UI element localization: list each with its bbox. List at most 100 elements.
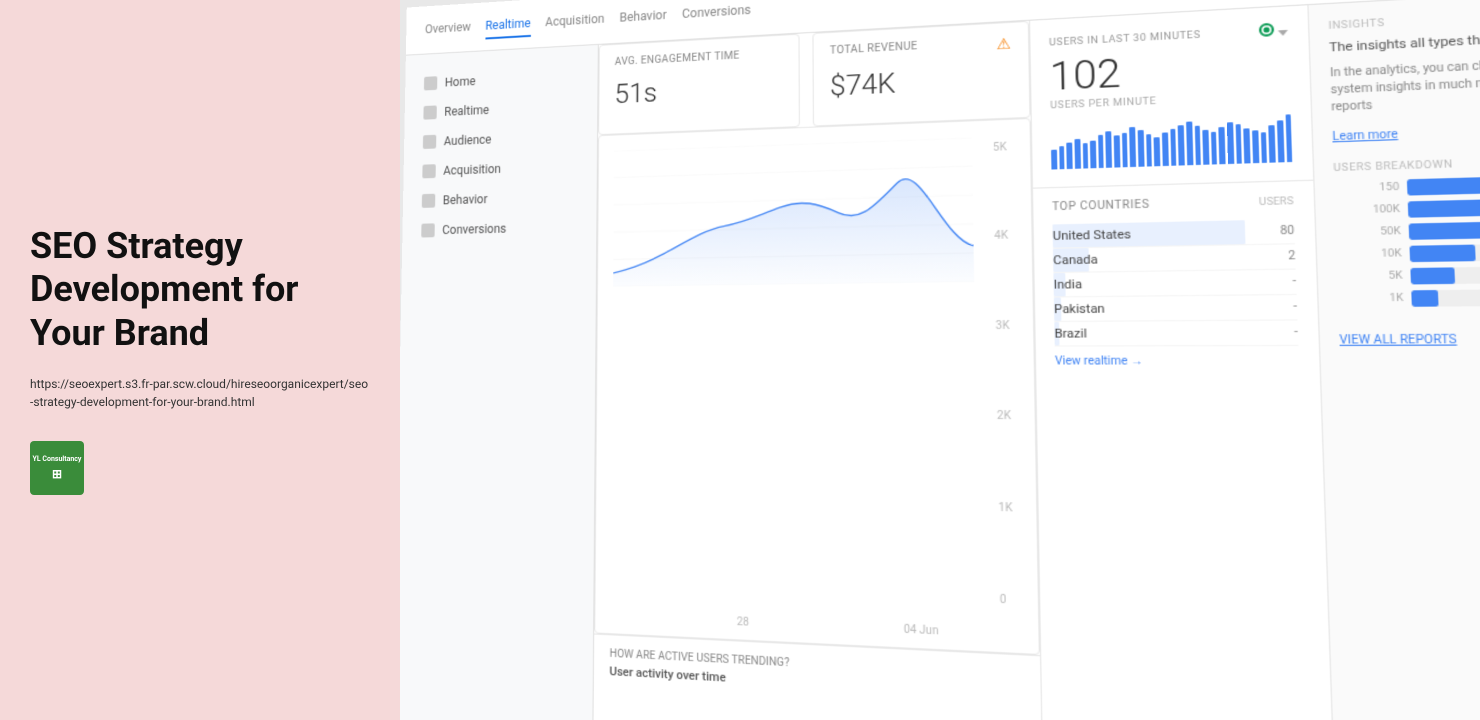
tab-realtime[interactable]: Realtime: [485, 11, 531, 39]
stat-card-engagement: Avg. engagement time 51s: [598, 34, 800, 136]
y-label-4k: 4K: [994, 230, 1008, 242]
hbar-row: 50K: [1335, 219, 1480, 241]
left-panel: SEO Strategy Development for Your Brand …: [0, 0, 400, 720]
view-realtime-link[interactable]: View realtime →: [1055, 355, 1299, 368]
topbar-tabs: Overview Realtime Acquisition Behavior C…: [425, 0, 751, 43]
y-label-5k: 5K: [993, 142, 1007, 154]
mini-bar-item: [1106, 131, 1112, 168]
country-row: Pakistan-: [1054, 295, 1298, 322]
mini-bar-item: [1082, 143, 1088, 168]
realtime-label-text: USERS IN LAST 30 MINUTES: [1049, 29, 1201, 48]
mini-bar-item: [1186, 122, 1193, 166]
hbar-row: 1K: [1338, 288, 1480, 307]
hbar-label: 5K: [1337, 271, 1403, 284]
chart-area: 5K 4K 3K 2K 1K 0: [594, 118, 1040, 655]
line-chart-svg: [613, 137, 974, 286]
mini-bar-item: [1074, 139, 1080, 169]
engagement-change: [614, 114, 782, 121]
analytics-main: Home Realtime Audience Acquisition: [400, 0, 1480, 720]
country-value: -: [1294, 326, 1298, 339]
y-label-3k: 3K: [996, 320, 1010, 332]
chart-x-labels: 28 04 Jun: [626, 611, 979, 639]
insights-section: Insights The insights all types this use…: [1328, 5, 1480, 145]
view-all-reports-link[interactable]: VIEW ALL REPORTS: [1339, 334, 1457, 347]
sidebar-label-realtime: Realtime: [444, 103, 489, 119]
home-icon: [424, 76, 437, 90]
hbar-row: 10K: [1336, 242, 1480, 263]
country-name: Brazil: [1054, 326, 1087, 341]
hbar-label: 50K: [1335, 226, 1401, 239]
country-name: India: [1053, 277, 1082, 292]
country-value: -: [1293, 301, 1297, 314]
sidebar-label-home: Home: [445, 74, 476, 89]
hbar-fill: [1410, 268, 1454, 285]
hbar-track: [1410, 265, 1480, 285]
hbar-fill: [1409, 245, 1475, 263]
country-value: -: [1292, 275, 1296, 288]
tab-acquisition[interactable]: Acquisition: [545, 6, 604, 35]
insight-desc: In the analytics, you can check this cus…: [1330, 52, 1480, 117]
realtime-indicator-icon: [1259, 23, 1274, 37]
countries-section: TOP COUNTRIES USERS United States80Canad…: [1033, 181, 1334, 720]
country-row: Canada2: [1053, 244, 1296, 273]
hbar-track: [1409, 219, 1480, 240]
page-url: https://seoexpert.s3.fr-par.scw.cloud/hi…: [30, 375, 370, 411]
hbar-row: 5K: [1337, 265, 1480, 285]
mini-bar-item: [1138, 130, 1144, 167]
analytics-right-panel: USERS IN LAST 30 MINUTES 102 USERS PER M…: [1029, 5, 1334, 720]
country-row: India -: [1053, 270, 1296, 298]
insight-link[interactable]: Learn more: [1332, 129, 1398, 144]
mini-bar-item: [1211, 132, 1218, 165]
engagement-value: 51s: [614, 71, 782, 110]
hbar-track: [1409, 242, 1480, 262]
acquisition-icon: [422, 164, 435, 178]
mini-bar-item: [1146, 134, 1152, 166]
hbar-label: 150: [1334, 182, 1400, 195]
country-value: 80: [1280, 225, 1295, 238]
mini-bar-item: [1122, 133, 1128, 167]
realtime-controls[interactable]: [1259, 22, 1288, 40]
mini-bar-item: [1235, 124, 1242, 164]
tab-overview[interactable]: Overview: [425, 15, 471, 43]
chart-y-axis: 5K 4K 3K 2K 1K 0: [993, 142, 1014, 607]
hbar-label: 100K: [1335, 204, 1401, 217]
analytics-screen: Overview Realtime Acquisition Behavior C…: [400, 0, 1480, 720]
y-label-1k: 1K: [998, 502, 1012, 515]
mini-bar-item: [1277, 120, 1284, 162]
engagement-label: Avg. engagement time: [615, 48, 783, 68]
chevron-down-icon: [1278, 30, 1288, 36]
mini-bar-item: [1098, 135, 1104, 168]
insights-label: Insights: [1328, 5, 1480, 32]
mini-bar-item: [1227, 122, 1234, 164]
mini-bar-item: [1252, 130, 1259, 163]
tab-behavior[interactable]: Behavior: [619, 2, 666, 31]
sidebar-label-conversions: Conversions: [442, 222, 506, 237]
countries-title: TOP COUNTRIES: [1052, 199, 1150, 214]
mini-bar-item: [1219, 127, 1226, 164]
country-name: United States: [1053, 227, 1132, 243]
mini-bar-item: [1178, 125, 1185, 165]
mini-bar-item: [1269, 125, 1276, 163]
analytics-far-right-panel: Insights The insights all types this use…: [1307, 0, 1480, 720]
mini-bar-item: [1114, 135, 1120, 167]
sidebar-label-behavior: Behavior: [443, 192, 488, 207]
hbar-track: [1408, 196, 1480, 218]
logo-box: YL Consultancy ⊞: [30, 441, 84, 495]
hbar-chart-label: USERS BREAKDOWN: [1333, 154, 1480, 175]
analytics-wrapper: Overview Realtime Acquisition Behavior C…: [400, 0, 1480, 720]
hbar-label: 10K: [1336, 249, 1402, 262]
sidebar-item-conversions[interactable]: Conversions: [402, 211, 596, 246]
mini-bar-item: [1059, 146, 1065, 169]
tab-conversions[interactable]: Conversions: [682, 0, 751, 28]
sidebar-label-acquisition: Acquisition: [443, 162, 501, 178]
mini-bar-item: [1130, 127, 1137, 167]
right-panel: Overview Realtime Acquisition Behavior C…: [400, 0, 1480, 720]
bottom-card-trending: HOW ARE ACTIVE USERS TRENDING? User acti…: [609, 648, 1024, 720]
mini-bar-item: [1244, 128, 1251, 163]
hbar-track: [1411, 288, 1480, 307]
mini-bar-chart: [1051, 113, 1293, 172]
mini-bar-item: [1162, 132, 1169, 166]
hbar-label: 1K: [1338, 293, 1404, 305]
hbar-fill: [1407, 175, 1480, 197]
mini-bar-item: [1067, 143, 1073, 170]
